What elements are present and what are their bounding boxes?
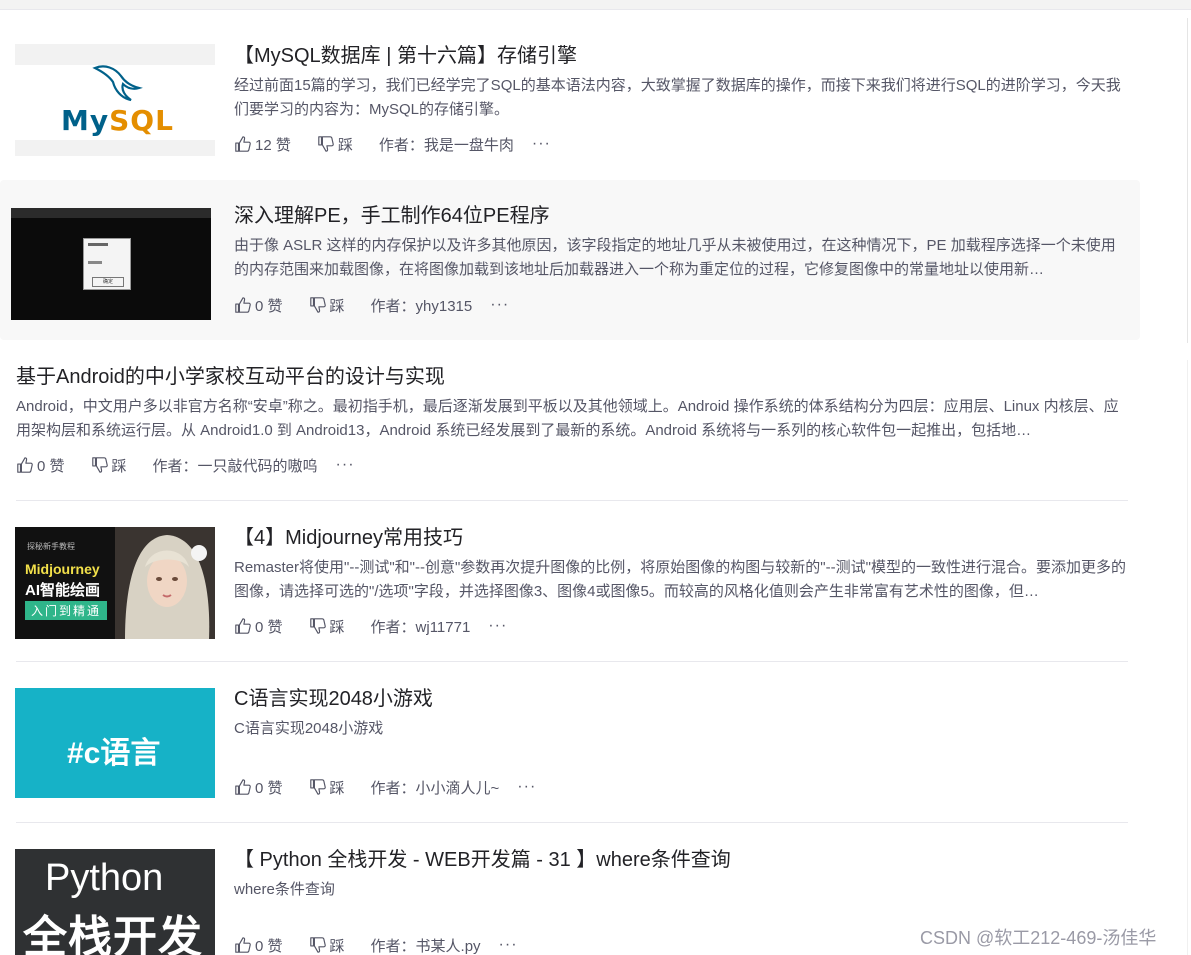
article-author[interactable]: 作者：yhy1315: [371, 295, 473, 316]
article-title[interactable]: 【MySQL数据库 | 第十六篇】存储引擎: [234, 43, 1129, 69]
thumbnail-line-2: AI智能绘画: [25, 582, 101, 599]
dislike-label: 踩: [111, 457, 127, 475]
thumbs-down-icon: [309, 618, 326, 634]
more-options-button[interactable]: ···: [499, 936, 518, 954]
dislike-label: 踩: [329, 779, 345, 797]
dislike-label: 踩: [337, 136, 353, 154]
scroll-edge-lower: [1187, 360, 1188, 955]
article-author[interactable]: 作者：一只敲代码的嗷呜: [153, 455, 318, 476]
divider: [16, 822, 1128, 823]
portrait-illustration-icon: [115, 527, 215, 639]
article-description[interactable]: Android，中文用户多以非官方名称“安卓”称之。最初指手机，最后逐渐发展到平…: [16, 395, 1129, 443]
like-count: 0 赞: [255, 937, 283, 955]
divider: [16, 500, 1128, 501]
article-thumbnail[interactable]: 探秘新手教程 Midjourney AI智能绘画 入门到精通: [15, 527, 215, 639]
article-title[interactable]: 基于Android的中小学家校互动平台的设计与实现: [16, 364, 1129, 390]
thumbs-up-icon: [235, 136, 251, 152]
article-title[interactable]: C语言实现2048小游戏: [234, 686, 1129, 712]
article-thumbnail[interactable]: MySQL: [15, 44, 215, 156]
thumbnail-line-2: 全栈开发: [23, 913, 203, 955]
article-meta: 0 赞 踩 作者：书某人.py ···: [234, 935, 518, 955]
article-title[interactable]: 【4】Midjourney常用技巧: [234, 525, 1129, 551]
csdn-watermark: CSDN @软工212-469-汤佳华: [920, 928, 1157, 948]
dislike-button[interactable]: 踩: [91, 455, 127, 476]
divider: [16, 661, 1128, 662]
scroll-edge: [1187, 18, 1188, 343]
mysql-wordmark: MySQL: [61, 104, 174, 137]
article-meta: 12 赞 踩 作者：我是一盘牛肉 ···: [234, 134, 551, 154]
thumbs-down-icon: [309, 779, 326, 795]
like-button[interactable]: 0 赞: [16, 455, 65, 476]
thumbnail-tag: 探秘新手教程: [27, 542, 75, 551]
article-item-2[interactable]: 确定 深入理解PE，手工制作64位PE程序 由于像 ASLR 这样的内存保护以及…: [0, 180, 1140, 340]
like-count: 0 赞: [255, 297, 283, 315]
article-author[interactable]: 作者：wj11771: [371, 616, 471, 637]
thumbs-up-icon: [235, 297, 251, 313]
like-button[interactable]: 0 赞: [234, 295, 283, 316]
dislike-label: 踩: [329, 297, 345, 315]
thumbs-up-icon: [17, 457, 33, 473]
article-title[interactable]: 【 Python 全栈开发 - WEB开发篇 - 31 】where条件查询: [234, 847, 1129, 873]
like-button[interactable]: 0 赞: [234, 935, 283, 955]
thumbnail-line-3: 入门到精通: [25, 601, 108, 620]
thumbnail-line-1: Midjourney: [25, 561, 100, 577]
article-meta: 0 赞 踩 作者：小小滴人儿~ ···: [234, 777, 536, 797]
thumbs-up-icon: [235, 779, 251, 795]
dislike-button[interactable]: 踩: [309, 616, 345, 637]
like-count: 0 赞: [37, 457, 65, 475]
article-title[interactable]: 深入理解PE，手工制作64位PE程序: [234, 203, 1129, 229]
article-thumbnail[interactable]: #c语言: [15, 688, 215, 798]
thumbs-down-icon: [91, 457, 108, 473]
thumbs-down-icon: [309, 297, 326, 313]
more-options-button[interactable]: ···: [488, 617, 507, 635]
article-description[interactable]: Remaster将使用"--测试"和"--创意"参数再次提升图像的比例，将原始图…: [234, 556, 1129, 604]
dolphin-logo-icon: [92, 65, 143, 102]
dislike-button[interactable]: 踩: [309, 935, 345, 955]
article-author[interactable]: 作者：书某人.py: [371, 935, 481, 955]
article-meta: 0 赞 踩 作者：wj11771 ···: [234, 616, 507, 636]
thumbnail-text: #c语言: [67, 737, 161, 770]
more-options-button[interactable]: ···: [490, 296, 509, 314]
thumbs-down-icon: [309, 937, 326, 953]
top-bar: [0, 0, 1191, 10]
article-description[interactable]: where条件查询: [234, 878, 1129, 902]
article-description[interactable]: C语言实现2048小游戏: [234, 717, 1129, 741]
like-button[interactable]: 12 赞: [234, 134, 291, 155]
dislike-label: 踩: [329, 937, 345, 955]
article-thumbnail[interactable]: Python 全栈开发: [15, 849, 215, 955]
article-description[interactable]: 由于像 ASLR 这样的内存保护以及许多其他原因，该字段指定的地址几乎从未被使用…: [234, 234, 1129, 282]
dialog-ok-button: 确定: [92, 277, 124, 287]
thumbs-down-icon: [318, 136, 334, 152]
dislike-button[interactable]: 踩: [309, 295, 345, 316]
more-options-button[interactable]: ···: [336, 456, 355, 474]
like-button[interactable]: 0 赞: [234, 777, 283, 798]
thumbs-up-icon: [235, 618, 251, 634]
dislike-button[interactable]: 踩: [309, 777, 345, 798]
article-author[interactable]: 作者：我是一盘牛肉: [379, 134, 514, 155]
dislike-label: 踩: [329, 618, 345, 636]
dialog-box: 确定: [83, 238, 131, 290]
like-count: 0 赞: [255, 779, 283, 797]
more-options-button[interactable]: ···: [532, 135, 551, 153]
thumbnail-line-1: Python: [45, 857, 164, 899]
like-button[interactable]: 0 赞: [234, 616, 283, 637]
article-meta: 0 赞 踩 作者：yhy1315 ···: [234, 295, 509, 315]
like-count: 0 赞: [255, 618, 283, 636]
article-description[interactable]: 经过前面15篇的学习，我们已经学完了SQL的基本语法内容，大致掌握了数据库的操作…: [234, 74, 1129, 122]
like-count: 12 赞: [255, 136, 291, 154]
window-tab-bar: [11, 208, 211, 218]
dislike-button[interactable]: 踩: [317, 134, 353, 155]
thumbs-up-icon: [235, 937, 251, 953]
more-options-button[interactable]: ···: [517, 778, 536, 796]
article-author[interactable]: 作者：小小滴人儿~: [371, 777, 500, 798]
article-meta: 0 赞 踩 作者：一只敲代码的嗷呜 ···: [16, 455, 355, 475]
article-thumbnail[interactable]: 确定: [11, 208, 211, 320]
